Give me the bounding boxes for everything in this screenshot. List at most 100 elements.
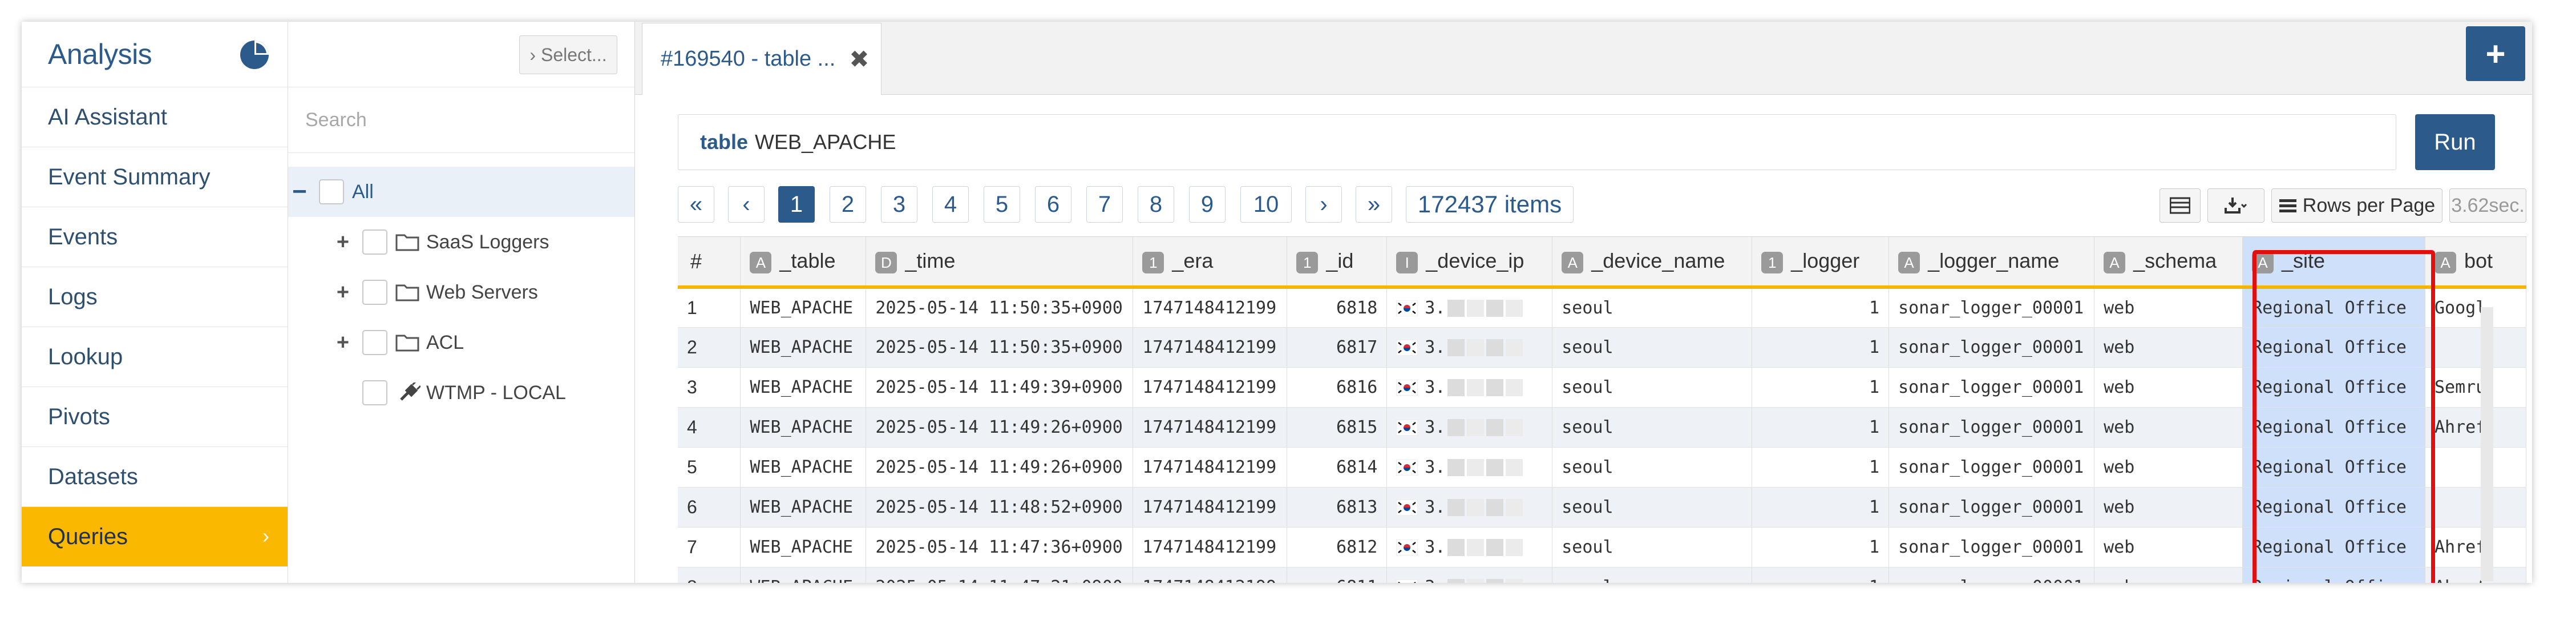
- tree-node-all[interactable]: − All: [288, 167, 634, 217]
- time-cell[interactable]: 2025-05-14 11:49:26+0900: [866, 447, 1134, 488]
- time-cell[interactable]: 2025-05-14 11:47:36+0900: [866, 527, 1134, 567]
- download-button[interactable]: [2207, 188, 2264, 223]
- table-cell[interactable]: WEB_APACHE: [740, 407, 867, 448]
- tree-checkbox[interactable]: [362, 330, 387, 355]
- logger-name-cell[interactable]: sonar_logger_00001: [1888, 327, 2095, 368]
- rows-per-page-button[interactable]: Rows per Page: [2271, 188, 2442, 223]
- era-cell[interactable]: 1747148412199: [1133, 407, 1288, 448]
- row-index-cell[interactable]: 3: [678, 367, 741, 408]
- row-index-cell[interactable]: 8: [678, 567, 741, 583]
- columns-toggle-button[interactable]: [2160, 188, 2201, 223]
- logger-name-cell[interactable]: sonar_logger_00001: [1888, 287, 2095, 328]
- tree-checkbox[interactable]: [319, 179, 344, 204]
- bot-cell[interactable]: [2425, 327, 2526, 368]
- add-tab-button[interactable]: +: [2466, 26, 2525, 81]
- nav-item-logs[interactable]: Logs: [22, 267, 288, 327]
- site-cell[interactable]: Regional Office: [2242, 567, 2425, 583]
- era-cell[interactable]: 1747148412199: [1133, 567, 1288, 583]
- expand-icon[interactable]: +: [331, 331, 354, 355]
- nav-item-queries[interactable]: Queries ›: [22, 507, 288, 567]
- query-input[interactable]: table WEB_APACHE: [678, 114, 2396, 170]
- column-header-logger-name[interactable]: A _logger_name: [1888, 237, 2095, 289]
- device-ip-cell[interactable]: 3.: [1386, 487, 1553, 528]
- site-cell[interactable]: Regional Office: [2242, 367, 2425, 408]
- tab-query-169540[interactable]: #169540 - table ... ✖: [642, 23, 881, 95]
- table-cell[interactable]: WEB_APACHE: [740, 367, 867, 408]
- expand-icon[interactable]: +: [331, 280, 354, 305]
- site-cell[interactable]: Regional Office: [2242, 527, 2425, 567]
- row-index-cell[interactable]: 6: [678, 487, 741, 528]
- device-name-cell[interactable]: seoul: [1552, 367, 1753, 408]
- close-icon[interactable]: ✖: [849, 45, 869, 73]
- column-header-site[interactable]: A _site: [2242, 237, 2425, 289]
- logger-cell[interactable]: 1: [1752, 287, 1890, 328]
- device-ip-cell[interactable]: 3.: [1386, 327, 1553, 368]
- id-cell[interactable]: 6811: [1287, 567, 1388, 583]
- logger-cell[interactable]: 1: [1752, 567, 1890, 583]
- device-name-cell[interactable]: seoul: [1552, 287, 1753, 328]
- era-cell[interactable]: 1747148412199: [1133, 527, 1288, 567]
- bot-cell[interactable]: Googl: [2425, 287, 2526, 328]
- logger-name-cell[interactable]: sonar_logger_00001: [1888, 487, 2095, 528]
- bot-cell[interactable]: Ahref: [2425, 567, 2526, 583]
- logger-cell[interactable]: 1: [1752, 487, 1890, 528]
- device-ip-cell[interactable]: 3.: [1386, 567, 1553, 583]
- table-cell[interactable]: WEB_APACHE: [740, 327, 867, 368]
- bot-cell[interactable]: [2425, 447, 2526, 488]
- next-page-button[interactable]: ›: [1305, 186, 1342, 223]
- column-header-device-name[interactable]: A _device_name: [1552, 237, 1753, 289]
- time-cell[interactable]: 2025-05-14 11:48:52+0900: [866, 487, 1134, 528]
- row-index-cell[interactable]: 2: [678, 327, 741, 368]
- device-ip-cell[interactable]: 3.: [1386, 287, 1553, 328]
- era-cell[interactable]: 1747148412199: [1133, 287, 1288, 328]
- tree-node-web-servers[interactable]: + Web Servers: [288, 267, 634, 317]
- nav-item-event-summary[interactable]: Event Summary: [22, 147, 288, 207]
- nav-item-datasets[interactable]: Datasets: [22, 447, 288, 507]
- tree-node-wtmp-local[interactable]: WTMP - LOCAL: [288, 368, 634, 418]
- table-row[interactable]: 3 WEB_APACHE 2025-05-14 11:49:39+0900 17471…: [678, 367, 2526, 408]
- tree-checkbox[interactable]: [362, 230, 387, 255]
- device-name-cell[interactable]: seoul: [1552, 487, 1753, 528]
- table-cell[interactable]: WEB_APACHE: [740, 447, 867, 488]
- schema-cell[interactable]: web: [2094, 287, 2243, 328]
- logger-name-cell[interactable]: sonar_logger_00001: [1888, 447, 2095, 488]
- time-cell[interactable]: 2025-05-14 11:50:35+0900: [866, 327, 1134, 368]
- device-name-cell[interactable]: seoul: [1552, 567, 1753, 583]
- site-cell[interactable]: Regional Office: [2242, 287, 2425, 328]
- logger-name-cell[interactable]: sonar_logger_00001: [1888, 527, 2095, 567]
- column-header-device-ip[interactable]: I _device_ip: [1386, 237, 1553, 289]
- tree-node-saas-loggers[interactable]: + SaaS Loggers: [288, 217, 634, 267]
- table-row[interactable]: 8 WEB_APACHE 2025-05-14 11:47:21+0900 17471…: [678, 567, 2526, 583]
- column-header-time[interactable]: D _time: [866, 237, 1134, 289]
- time-cell[interactable]: 2025-05-14 11:49:39+0900: [866, 367, 1134, 408]
- id-cell[interactable]: 6813: [1287, 487, 1388, 528]
- bot-cell[interactable]: Semru: [2425, 367, 2526, 408]
- logger-cell[interactable]: 1: [1752, 407, 1890, 448]
- table-cell[interactable]: WEB_APACHE: [740, 487, 867, 528]
- nav-item-pivots[interactable]: Pivots: [22, 387, 288, 447]
- schema-cell[interactable]: web: [2094, 407, 2243, 448]
- site-cell[interactable]: Regional Office: [2242, 447, 2425, 488]
- table-row[interactable]: 7 WEB_APACHE 2025-05-14 11:47:36+0900 17471…: [678, 527, 2526, 567]
- schema-cell[interactable]: web: [2094, 527, 2243, 567]
- time-cell[interactable]: 2025-05-14 11:49:26+0900: [866, 407, 1134, 448]
- page-3-button[interactable]: 3: [881, 186, 917, 223]
- table-cell[interactable]: WEB_APACHE: [740, 567, 867, 583]
- device-name-cell[interactable]: seoul: [1552, 327, 1753, 368]
- table-row[interactable]: 4 WEB_APACHE 2025-05-14 11:49:26+0900 17471…: [678, 407, 2526, 448]
- page-2-button[interactable]: 2: [830, 186, 866, 223]
- id-cell[interactable]: 6817: [1287, 327, 1388, 368]
- nav-item-ai-assistant[interactable]: AI Assistant: [22, 87, 288, 147]
- logger-name-cell[interactable]: sonar_logger_00001: [1888, 567, 2095, 583]
- logger-name-cell[interactable]: sonar_logger_00001: [1888, 407, 2095, 448]
- bot-cell[interactable]: Ahref: [2425, 527, 2526, 567]
- site-cell[interactable]: Regional Office: [2242, 327, 2425, 368]
- page-1-button[interactable]: 1: [778, 186, 815, 223]
- column-header-index[interactable]: #: [678, 237, 741, 289]
- tree-node-acl[interactable]: + ACL: [288, 317, 634, 368]
- run-button[interactable]: Run: [2415, 114, 2495, 170]
- column-header-era[interactable]: 1 _era: [1133, 237, 1288, 289]
- logger-cell[interactable]: 1: [1752, 527, 1890, 567]
- nav-item-events[interactable]: Events: [22, 207, 288, 267]
- first-page-button[interactable]: «: [678, 186, 714, 223]
